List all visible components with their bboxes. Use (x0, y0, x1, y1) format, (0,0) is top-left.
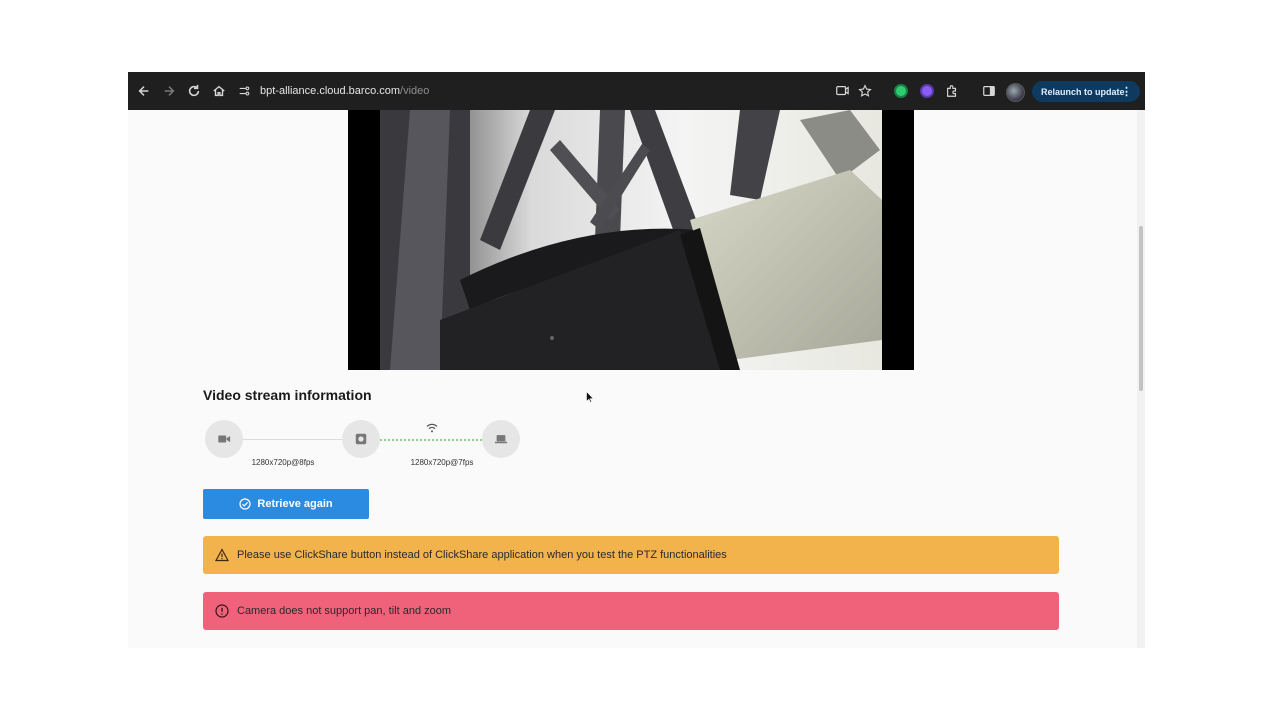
browser-window: bpt-alliance.cloud.barco.com/video Relau… (128, 72, 1145, 648)
bookmark-star-icon[interactable] (857, 83, 873, 99)
warning-triangle-icon (215, 548, 229, 562)
device-to-laptop-link (380, 439, 482, 441)
video-camera-icon (205, 420, 243, 458)
profile-avatar[interactable] (1006, 83, 1025, 102)
site-info-icon[interactable] (238, 84, 252, 98)
video-preview (348, 110, 914, 370)
reload-icon[interactable] (186, 83, 202, 99)
warning-text: Please use ClickShare button instead of … (237, 549, 727, 561)
wifi-icon (426, 423, 438, 433)
output-resolution-label: 1280x720p@7fps (410, 458, 474, 467)
error-circle-icon (215, 604, 229, 618)
ptz-warning-alert: Please use ClickShare button instead of … (203, 536, 1059, 574)
extension-green-icon[interactable] (894, 84, 908, 98)
retrieve-again-label: Retrieve again (257, 498, 333, 510)
forward-arrow-icon[interactable] (161, 83, 177, 99)
ptz-error-alert: Camera does not support pan, tilt and zo… (203, 592, 1059, 630)
page-scrollbar[interactable] (1137, 110, 1145, 648)
cast-icon[interactable] (834, 83, 850, 99)
url-path: /video (400, 85, 430, 97)
camera-feed-image (380, 110, 882, 370)
error-text: Camera does not support pan, tilt and zo… (237, 605, 452, 617)
address-bar[interactable]: bpt-alliance.cloud.barco.com/video (238, 80, 878, 102)
extension-purple-icon[interactable] (920, 84, 934, 98)
browser-menu-icon[interactable]: ⋮ (1121, 85, 1132, 98)
camera-resolution-label: 1280x720p@8fps (251, 458, 315, 467)
camera-to-device-link (243, 439, 342, 440)
clickshare-device-icon (342, 420, 380, 458)
relaunch-to-update-button[interactable]: Relaunch to update ⋮ (1032, 81, 1140, 102)
browser-toolbar: bpt-alliance.cloud.barco.com/video Relau… (128, 72, 1145, 110)
home-icon[interactable] (211, 83, 227, 99)
side-panel-icon[interactable] (981, 83, 997, 99)
extensions-puzzle-icon[interactable] (944, 83, 960, 99)
relaunch-label: Relaunch to update (1041, 86, 1125, 97)
scrollbar-thumb[interactable] (1139, 226, 1143, 391)
url-host: bpt-alliance.cloud.barco.com (260, 85, 401, 97)
stream-info-title: Video stream information (203, 387, 372, 403)
laptop-icon (482, 420, 520, 458)
mouse-cursor-icon (586, 391, 593, 403)
check-circle-icon (239, 498, 251, 510)
back-arrow-icon[interactable] (136, 83, 152, 99)
retrieve-again-button[interactable]: Retrieve again (203, 489, 369, 519)
